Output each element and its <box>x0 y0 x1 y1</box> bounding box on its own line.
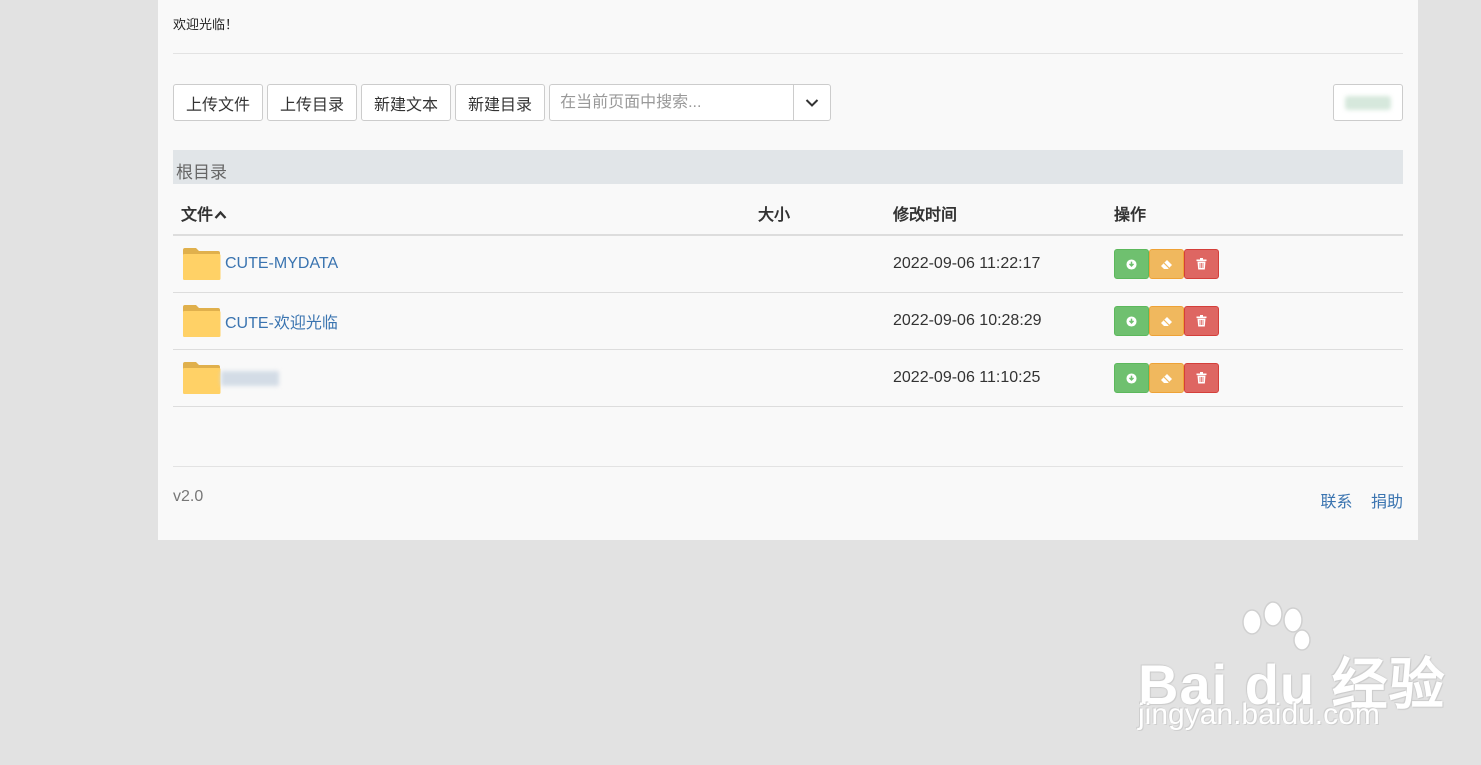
redacted-user-name <box>1345 95 1391 110</box>
col-file[interactable]: 文件 <box>173 192 750 236</box>
footer-links: 联系 捐助 <box>1307 488 1403 512</box>
new-text-button[interactable]: 新建文本 <box>361 84 452 121</box>
file-modified: 2022-09-06 10:28:29 <box>885 292 1106 350</box>
file-name-link[interactable]: CUTE-MYDATA <box>225 255 338 273</box>
upload-dir-button[interactable]: 上传目录 <box>267 84 358 121</box>
col-file-label: 文件 <box>181 207 214 224</box>
folder-icon <box>183 248 221 280</box>
upload-file-button[interactable]: 上传文件 <box>173 84 264 121</box>
delete-button[interactable] <box>1184 306 1219 336</box>
rename-button[interactable] <box>1149 363 1184 393</box>
table-row: CUTE-欢迎光临 2022-09-06 10:28:29 <box>173 292 1403 350</box>
contact-link[interactable]: 联系 <box>1321 494 1353 511</box>
file-size <box>750 235 885 293</box>
file-name-link[interactable]: CUTE-欢迎光临 <box>225 309 338 333</box>
file-modified: 2022-09-06 11:22:17 <box>885 235 1106 293</box>
download-button[interactable] <box>1114 363 1149 393</box>
welcome-text: 欢迎光临！ <box>173 17 239 32</box>
delete-button[interactable] <box>1184 363 1219 393</box>
search-dropdown-button[interactable] <box>793 84 832 121</box>
breadcrumb: 根目录 <box>173 150 1403 184</box>
new-dir-button[interactable]: 新建目录 <box>455 84 546 121</box>
divider <box>173 466 1403 467</box>
trash-icon <box>1196 258 1207 270</box>
eraser-icon <box>1161 316 1172 326</box>
folder-icon <box>183 305 221 337</box>
download-button[interactable] <box>1114 249 1149 279</box>
col-modified[interactable]: 修改时间 <box>885 192 1106 236</box>
file-table: 文件 大小 修改时间 操作 CUTE-MYDATA 2022-09-06 11:… <box>173 192 1403 407</box>
file-size <box>750 349 885 407</box>
table-row: 2022-09-06 11:10:25 <box>173 349 1403 407</box>
version-text: v2.0 <box>173 488 204 505</box>
user-button[interactable] <box>1333 84 1403 121</box>
chevron-down-icon <box>805 98 819 107</box>
col-size[interactable]: 大小 <box>750 192 885 236</box>
table-header-row: 文件 大小 修改时间 操作 <box>173 192 1403 236</box>
eraser-icon <box>1161 259 1172 269</box>
col-actions: 操作 <box>1106 192 1403 236</box>
sort-asc-icon <box>214 210 227 219</box>
redacted-file-name <box>221 370 279 386</box>
file-modified: 2022-09-06 11:10:25 <box>885 349 1106 407</box>
breadcrumb-root[interactable]: 根目录 <box>176 158 227 183</box>
search-group <box>549 84 832 121</box>
folder-icon <box>183 362 221 394</box>
download-icon <box>1126 372 1137 384</box>
donate-link[interactable]: 捐助 <box>1371 494 1403 511</box>
download-button[interactable] <box>1114 306 1149 336</box>
watermark-url: jingyan.baidu.com <box>1138 698 1380 731</box>
table-row: CUTE-MYDATA 2022-09-06 11:22:17 <box>173 235 1403 293</box>
file-name-link[interactable] <box>221 370 279 386</box>
search-input[interactable] <box>549 84 794 121</box>
rename-button[interactable] <box>1149 306 1184 336</box>
divider <box>173 53 1403 54</box>
delete-button[interactable] <box>1184 249 1219 279</box>
file-size <box>750 292 885 350</box>
rename-button[interactable] <box>1149 249 1184 279</box>
download-icon <box>1126 315 1137 327</box>
trash-icon <box>1196 372 1207 384</box>
eraser-icon <box>1161 373 1172 383</box>
download-icon <box>1126 258 1137 270</box>
toolbar: 上传文件 上传目录 新建文本 新建目录 <box>173 84 832 121</box>
trash-icon <box>1196 315 1207 327</box>
